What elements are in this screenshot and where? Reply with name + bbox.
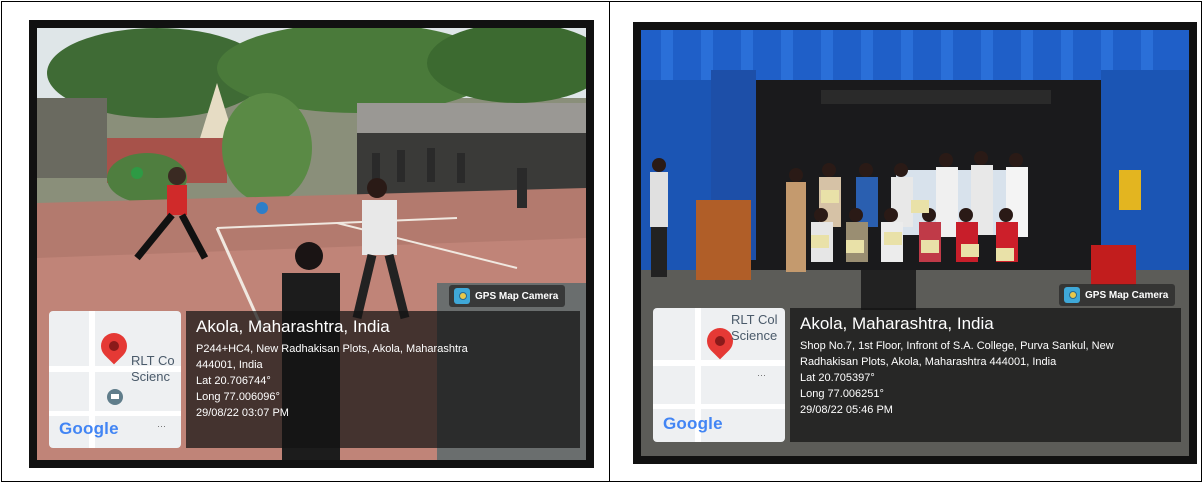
gps-camera-tag: GPS Map Camera <box>1059 284 1176 306</box>
timestamp: 29/08/22 03:07 PM <box>196 407 289 419</box>
gps-camera-icon <box>1064 287 1080 303</box>
location-pin-icon <box>95 327 133 365</box>
location-city: Akola, Maharashtra, India <box>196 317 390 336</box>
latitude: Lat 20.705397° <box>800 372 875 384</box>
google-logo-text: Google <box>59 419 119 438</box>
school-icon <box>107 389 123 405</box>
address-line-1: Shop No.7, 1st Floor, Infront of S.A. Co… <box>800 340 1114 352</box>
address-line-2: Radhakisan Plots, Akola, Maharashtra 444… <box>800 356 1057 368</box>
timestamp: 29/08/22 05:46 PM <box>800 404 893 416</box>
address-line-1: P244+HC4, New Radhakisan Plots, Akola, M… <box>196 343 468 355</box>
map-place-label: RLT Col Science <box>731 312 778 343</box>
address-line-2: 444001, India <box>196 359 263 371</box>
gps-camera-label: GPS Map Camera <box>475 290 559 302</box>
google-logo: Google <box>663 414 723 434</box>
gps-camera-tag: GPS Map Camera <box>449 285 566 307</box>
map-place-label: RLT Co Scienc <box>131 353 175 384</box>
photo-outdoor-game: GPS Map Camera RLT Co Scienc ··· Google … <box>37 28 586 460</box>
location-overlay: RLT Col Science ··· Google Akola, Mahara… <box>653 308 1181 442</box>
google-logo: Google <box>59 419 119 439</box>
photo-stage-ceremony: GPS Map Camera RLT Col Science ··· Googl… <box>641 30 1189 456</box>
location-overlay: RLT Co Scienc ··· Google Akola, Maharash… <box>49 311 580 448</box>
gps-camera-label: GPS Map Camera <box>1085 289 1169 301</box>
longitude: Long 77.006096° <box>196 391 280 403</box>
gps-camera-icon <box>454 288 470 304</box>
map-dots: ··· <box>157 421 166 431</box>
map-thumbnail: RLT Col Science ··· Google <box>653 308 785 442</box>
location-info-panel: Akola, Maharashtra, India P244+HC4, New … <box>186 311 580 448</box>
longitude: Long 77.006251° <box>800 388 884 400</box>
map-dots: ··· <box>757 370 766 380</box>
photo-frame-left: GPS Map Camera RLT Co Scienc ··· Google … <box>29 20 594 468</box>
map-thumbnail: RLT Co Scienc ··· Google <box>49 311 181 448</box>
location-city: Akola, Maharashtra, India <box>800 314 994 333</box>
location-info-panel: Akola, Maharashtra, India Shop No.7, 1st… <box>790 308 1181 442</box>
google-logo-text: Google <box>663 414 723 433</box>
photo-frame-right: GPS Map Camera RLT Col Science ··· Googl… <box>633 22 1197 464</box>
latitude: Lat 20.706744° <box>196 375 271 387</box>
